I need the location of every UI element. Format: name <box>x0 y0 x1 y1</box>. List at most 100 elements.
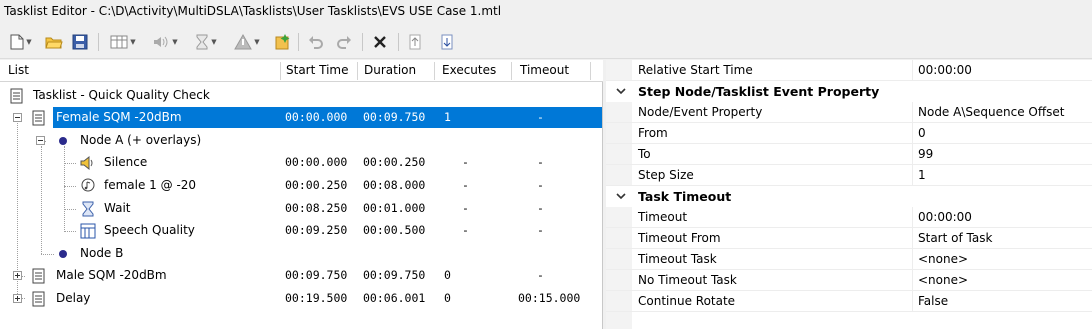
delete-button[interactable] <box>368 31 392 53</box>
node-bullet-icon <box>59 137 67 145</box>
column-header-bar: List Start Time Duration Executes Timeou… <box>0 60 603 82</box>
tree-row-label: Tasklist - Quick Quality Check <box>33 88 210 102</box>
executes-cell: 0 <box>444 268 451 282</box>
category-step-node-event[interactable]: Step Node/Tasklist Event Property <box>606 81 1092 102</box>
property-name: Step Size <box>638 168 694 182</box>
property-row-from[interactable]: From 0 <box>606 123 1092 144</box>
move-down-button[interactable] <box>436 31 458 53</box>
undo-button[interactable] <box>304 31 328 53</box>
column-header-start-time[interactable]: Start Time <box>286 63 349 77</box>
redo-button[interactable] <box>332 31 356 53</box>
task-icon <box>32 110 45 126</box>
tree-row-label: Speech Quality <box>104 223 195 237</box>
property-row-timeout-task[interactable]: Timeout Task <none> <box>606 249 1092 270</box>
executes-cell: - <box>462 155 469 169</box>
collapse-toggle[interactable] <box>13 113 22 122</box>
property-row-no-timeout-task[interactable]: No Timeout Task <none> <box>606 270 1092 291</box>
category-task-timeout[interactable]: Task Timeout <box>606 186 1092 207</box>
start-time-cell: 00:00.000 <box>285 110 348 124</box>
property-value[interactable]: 99 <box>918 147 933 161</box>
tree-row-tasklist[interactable]: Tasklist - Quick Quality Check <box>0 85 603 107</box>
tree-row-male-sqm[interactable]: Male SQM -20dBm 00:09.750 00:09.750 0 - <box>0 265 603 287</box>
tree-row-female-sqm[interactable]: Female SQM -20dBm 00:00.000 00:09.750 1 … <box>0 107 603 129</box>
property-row-relative-start-time[interactable]: Relative Start Time 00:00:00 <box>606 60 1092 81</box>
property-value[interactable]: <none> <box>918 273 968 287</box>
expand-toggle[interactable] <box>13 294 22 303</box>
duration-cell: 00:09.750 <box>363 268 426 282</box>
chevron-down-icon[interactable] <box>615 190 627 202</box>
property-name: To <box>638 147 651 161</box>
property-row-continue-rotate[interactable]: Continue Rotate False <box>606 291 1092 312</box>
chevron-down-icon[interactable] <box>615 85 627 97</box>
property-name: Timeout From <box>638 231 721 245</box>
volume-button[interactable]: ▼ <box>146 31 184 53</box>
tree-row-node-b[interactable]: Node B <box>0 243 603 265</box>
start-time-cell: 00:00.000 <box>285 155 348 169</box>
property-value[interactable]: 1 <box>918 168 926 182</box>
property-value[interactable]: Start of Task <box>918 231 992 245</box>
start-time-cell: 00:09.750 <box>285 268 348 282</box>
collapse-toggle[interactable] <box>36 136 45 145</box>
duration-cell: 00:00.250 <box>363 155 426 169</box>
redo-icon <box>337 36 351 49</box>
duration-cell: 00:08.000 <box>363 178 426 192</box>
dropdown-arrow-icon: ▼ <box>26 38 32 46</box>
column-header-executes[interactable]: Executes <box>442 63 496 77</box>
new-icon <box>10 34 24 50</box>
tree-row-label: female 1 @ -20 <box>104 178 197 192</box>
executes-cell: - <box>462 178 469 192</box>
timeout-cell: - <box>537 178 544 192</box>
undo-icon <box>309 36 323 49</box>
property-row-node-event-property[interactable]: Node/Event Property Node A\Sequence Offs… <box>606 102 1092 123</box>
hourglass-icon <box>82 201 94 217</box>
node-bullet-icon <box>59 250 67 258</box>
property-value[interactable]: 0 <box>918 126 926 140</box>
property-value[interactable]: <none> <box>918 252 968 266</box>
start-time-cell: 00:19.500 <box>285 291 348 305</box>
table-button[interactable]: ▼ <box>104 31 142 53</box>
start-time-cell: 00:00.250 <box>285 178 348 192</box>
property-name: Continue Rotate <box>638 294 736 308</box>
property-value[interactable]: 00:00:00 <box>918 210 972 224</box>
dropdown-arrow-icon: ▼ <box>172 38 178 46</box>
save-button[interactable] <box>68 31 92 53</box>
timeout-cell: - <box>537 268 544 282</box>
tree-row-node-a[interactable]: Node A (+ overlays) <box>0 130 603 152</box>
save-icon <box>72 34 88 50</box>
volume-icon <box>154 36 168 48</box>
tree-row-wait[interactable]: Wait 00:08.250 00:01.000 - - <box>0 198 603 220</box>
property-name: From <box>638 126 668 140</box>
timeout-cell: - <box>537 110 544 124</box>
open-button[interactable] <box>42 31 66 53</box>
new-button[interactable]: ▼ <box>4 31 38 53</box>
expand-toggle[interactable] <box>13 271 22 280</box>
tree-row-female-1[interactable]: female 1 @ -20 00:00.250 00:08.000 - - <box>0 175 603 197</box>
tasklist-tree-panel: List Start Time Duration Executes Timeou… <box>0 60 603 329</box>
tree-row-label: Wait <box>104 201 131 215</box>
property-row-timeout-from[interactable]: Timeout From Start of Task <box>606 228 1092 249</box>
measurement-icon <box>80 223 96 239</box>
wait-button[interactable]: ▼ <box>188 31 224 53</box>
open-folder-icon <box>45 37 63 49</box>
property-value[interactable]: 00:00:00 <box>918 63 972 77</box>
column-header-timeout[interactable]: Timeout <box>520 63 569 77</box>
property-row-to[interactable]: To 99 <box>606 144 1092 165</box>
property-row-step-size[interactable]: Step Size 1 <box>606 165 1092 186</box>
column-header-list[interactable]: List <box>8 63 29 77</box>
dropdown-arrow-icon: ▼ <box>130 38 136 46</box>
tree-row-speech-quality[interactable]: Speech Quality 00:09.250 00:00.500 - - <box>0 220 603 242</box>
toolbar: ▼ ▼ ▼ ▼ ▼ <box>0 25 1092 59</box>
category-title: Step Node/Tasklist Event Property <box>638 84 880 99</box>
move-up-button[interactable] <box>404 31 426 53</box>
property-value[interactable]: Node A\Sequence Offset <box>918 105 1064 119</box>
dropdown-arrow-icon: ▼ <box>211 38 217 46</box>
property-row-timeout[interactable]: Timeout 00:00:00 <box>606 207 1092 228</box>
table-icon <box>110 35 128 49</box>
add-task-button[interactable] <box>270 31 294 53</box>
property-value[interactable]: False <box>918 294 948 308</box>
timeout-cell: 00:15.000 <box>518 291 581 305</box>
warning-button[interactable]: ▼ <box>228 31 266 53</box>
tree-row-silence[interactable]: Silence 00:00.000 00:00.250 - - <box>0 152 603 174</box>
column-header-duration[interactable]: Duration <box>364 63 416 77</box>
tree-row-delay[interactable]: Delay 00:19.500 00:06.001 0 00:15.000 <box>0 288 603 310</box>
